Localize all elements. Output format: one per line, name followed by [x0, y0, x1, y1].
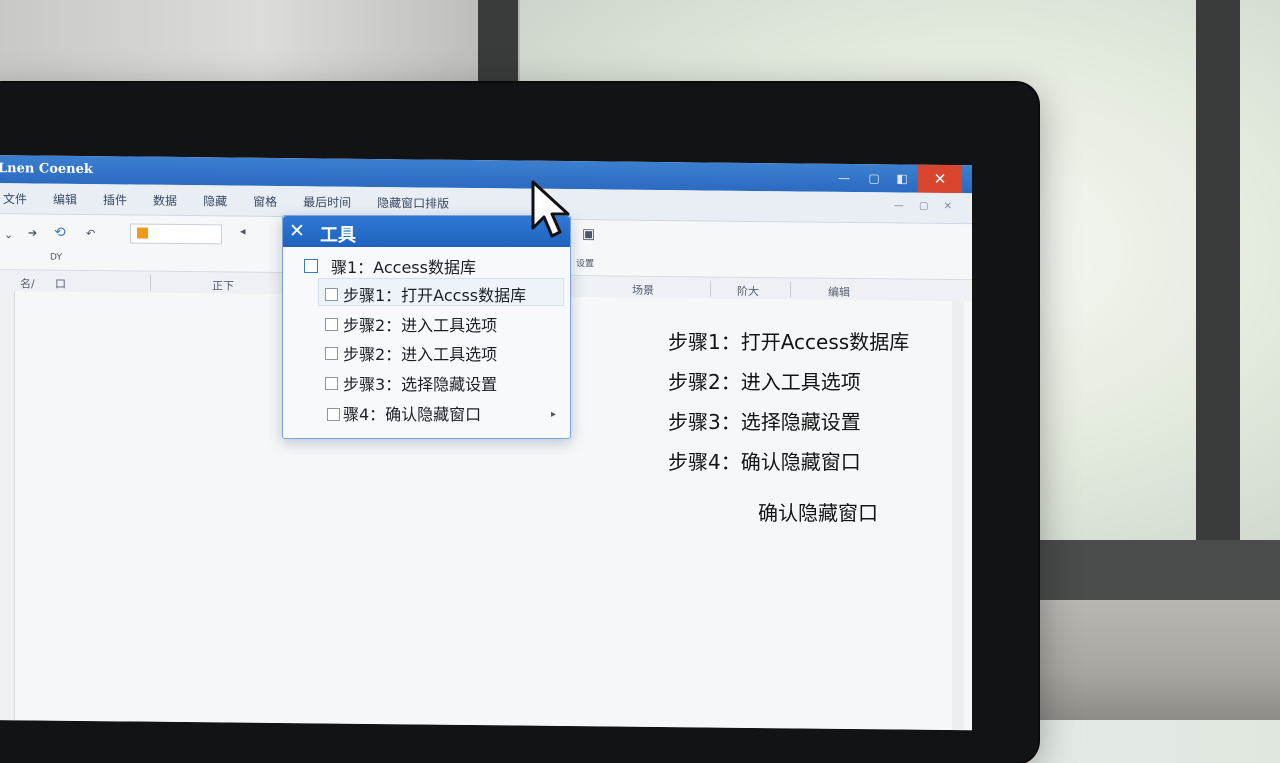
mouse-cursor-icon	[531, 180, 570, 238]
menu-item-pane[interactable]: 窗格	[240, 192, 290, 210]
menu-item-plugins[interactable]: 插件	[90, 191, 140, 209]
restore-button[interactable]: ◧	[890, 168, 914, 188]
menu-item-hide-layout[interactable]: 隐藏窗口排版	[364, 193, 462, 211]
checkbox[interactable]	[325, 377, 338, 390]
column-header[interactable]: 编辑	[828, 284, 850, 300]
tools-list-item[interactable]: 骤4：确认隐藏窗口	[343, 401, 481, 425]
tools-list-item[interactable]: 步骤2：进入工具选项	[343, 341, 497, 365]
chevron-right-icon[interactable]: ▸	[551, 409, 556, 420]
checkbox[interactable]	[325, 347, 338, 360]
column-separator	[790, 281, 791, 298]
color-swatch-icon	[137, 227, 148, 239]
step-text: 步骤4：确认隐藏窗口	[668, 450, 861, 474]
column-separator	[710, 280, 711, 297]
column-header[interactable]: 名/	[20, 275, 35, 291]
column-separator	[150, 274, 151, 291]
tools-list-item[interactable]: 步骤3：选择隐藏设置	[343, 371, 497, 395]
document-window-controls[interactable]: — ▢ ✕	[894, 200, 958, 212]
undo-icon[interactable]: ↶	[86, 227, 95, 240]
tools-list-item[interactable]: 步骤1：打开Accss数据库	[343, 282, 526, 306]
close-icon[interactable]: ✕	[289, 220, 305, 242]
confirm-note: 确认隐藏窗口	[758, 501, 878, 525]
tools-panel: ✕ 工具 骤1：Access数据库 步骤1：打开Accss数据库 步骤2：进入工…	[282, 215, 571, 439]
vertical-scrollbar[interactable]	[952, 301, 964, 731]
close-button[interactable]: ✕	[918, 164, 962, 194]
checkbox[interactable]	[325, 288, 338, 301]
column-header[interactable]: 口	[55, 276, 66, 292]
arrow-right-icon[interactable]: ➔	[28, 226, 37, 239]
steps-list: 步骤1：打开Access数据库 步骤2：进入工具选项 步骤3：选择隐藏设置 步骤…	[668, 326, 909, 486]
window-sill	[1030, 600, 1280, 720]
refresh-icon[interactable]: ⟲	[54, 225, 66, 241]
window-frame-left	[478, 0, 518, 95]
step-text: 步骤2：进入工具选项	[668, 370, 861, 394]
maximize-button[interactable]: ▢	[862, 168, 886, 188]
menu-item-edit[interactable]: 编辑	[40, 190, 90, 208]
cube-icon[interactable]: ▣	[582, 226, 595, 242]
column-header[interactable]: 正下	[212, 277, 234, 293]
caret-icon[interactable]: ◂	[240, 225, 246, 238]
checkbox[interactable]	[304, 259, 318, 273]
ribbon-right-label: 设置	[576, 259, 595, 270]
window-frame-sill-line	[1030, 540, 1280, 600]
menu-item-recent[interactable]: 最后时间	[290, 193, 364, 211]
menu-item-hide[interactable]: 隐藏	[190, 192, 240, 210]
checkbox[interactable]	[325, 318, 338, 331]
chevron-down-icon[interactable]: ⌄	[4, 228, 13, 241]
ribbon-group-label: DY	[50, 252, 62, 263]
window-frame-right	[1196, 0, 1240, 580]
tools-list-item[interactable]: 步骤2：进入工具选项	[343, 312, 497, 336]
window-title: Lnen Coenek	[0, 161, 93, 178]
column-header[interactable]: 场景	[632, 282, 654, 298]
checkbox[interactable]	[327, 408, 340, 421]
format-dropdown[interactable]	[130, 223, 222, 245]
left-gutter	[0, 291, 15, 721]
minimize-button[interactable]: —	[832, 168, 856, 188]
tools-main-item[interactable]: 骤1：Access数据库	[331, 254, 476, 278]
tools-panel-title: 工具	[320, 225, 356, 246]
menu-item-data[interactable]: 数据	[140, 191, 190, 209]
tools-panel-header: ✕ 工具	[283, 216, 570, 247]
step-text: 步骤1：打开Access数据库	[668, 330, 910, 354]
step-text: 步骤3：选择隐藏设置	[668, 410, 861, 434]
menu-item-file[interactable]: 文件	[0, 190, 40, 208]
column-header[interactable]: 阶大	[737, 283, 759, 299]
